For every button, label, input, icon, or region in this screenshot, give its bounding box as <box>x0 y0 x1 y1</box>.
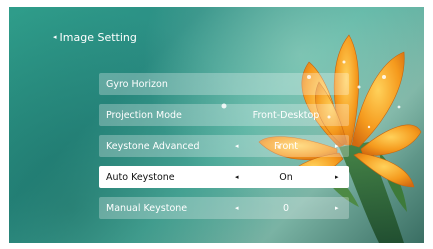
menu-item-label: Auto Keystone <box>106 171 175 183</box>
menu-item-projection-mode[interactable]: Projection Mode Front-Desktop <box>99 104 349 126</box>
menu-item-auto-keystone[interactable]: Auto Keystone ◂ On ▸ <box>99 166 349 188</box>
menu-item-label: Projection Mode <box>106 109 182 121</box>
menu-item-keystone-advanced[interactable]: Keystone Advanced ◂ Front ▸ <box>99 135 349 157</box>
menu-item-gyro-horizon[interactable]: Gyro Horizon <box>99 73 349 95</box>
settings-menu: Gyro Horizon Projection Mode Front-Deskt… <box>99 73 349 228</box>
page-title-text: Image Setting <box>59 31 137 44</box>
left-arrow-icon[interactable]: ◂ <box>235 173 239 181</box>
menu-item-value: 0 <box>282 202 290 214</box>
right-arrow-icon[interactable]: ▸ <box>335 204 339 212</box>
menu-item-label: Gyro Horizon <box>106 78 168 90</box>
back-arrow-icon[interactable]: ◂ <box>53 32 57 43</box>
page-title[interactable]: ◂ Image Setting <box>53 31 137 44</box>
screen-frame: ◂ Image Setting Gyro Horizon Projection … <box>9 7 424 243</box>
left-arrow-icon[interactable]: ◂ <box>235 204 239 212</box>
menu-item-manual-keystone[interactable]: Manual Keystone ◂ 0 ▸ <box>99 197 349 219</box>
right-arrow-icon[interactable]: ▸ <box>335 173 339 181</box>
menu-item-label: Manual Keystone <box>106 202 188 214</box>
left-arrow-icon[interactable]: ◂ <box>235 142 239 150</box>
right-arrow-icon[interactable]: ▸ <box>335 142 339 150</box>
menu-item-value: On <box>279 171 293 183</box>
menu-item-value: Front <box>273 140 299 152</box>
menu-item-label: Keystone Advanced <box>106 140 200 152</box>
menu-item-value: Front-Desktop <box>252 109 320 121</box>
